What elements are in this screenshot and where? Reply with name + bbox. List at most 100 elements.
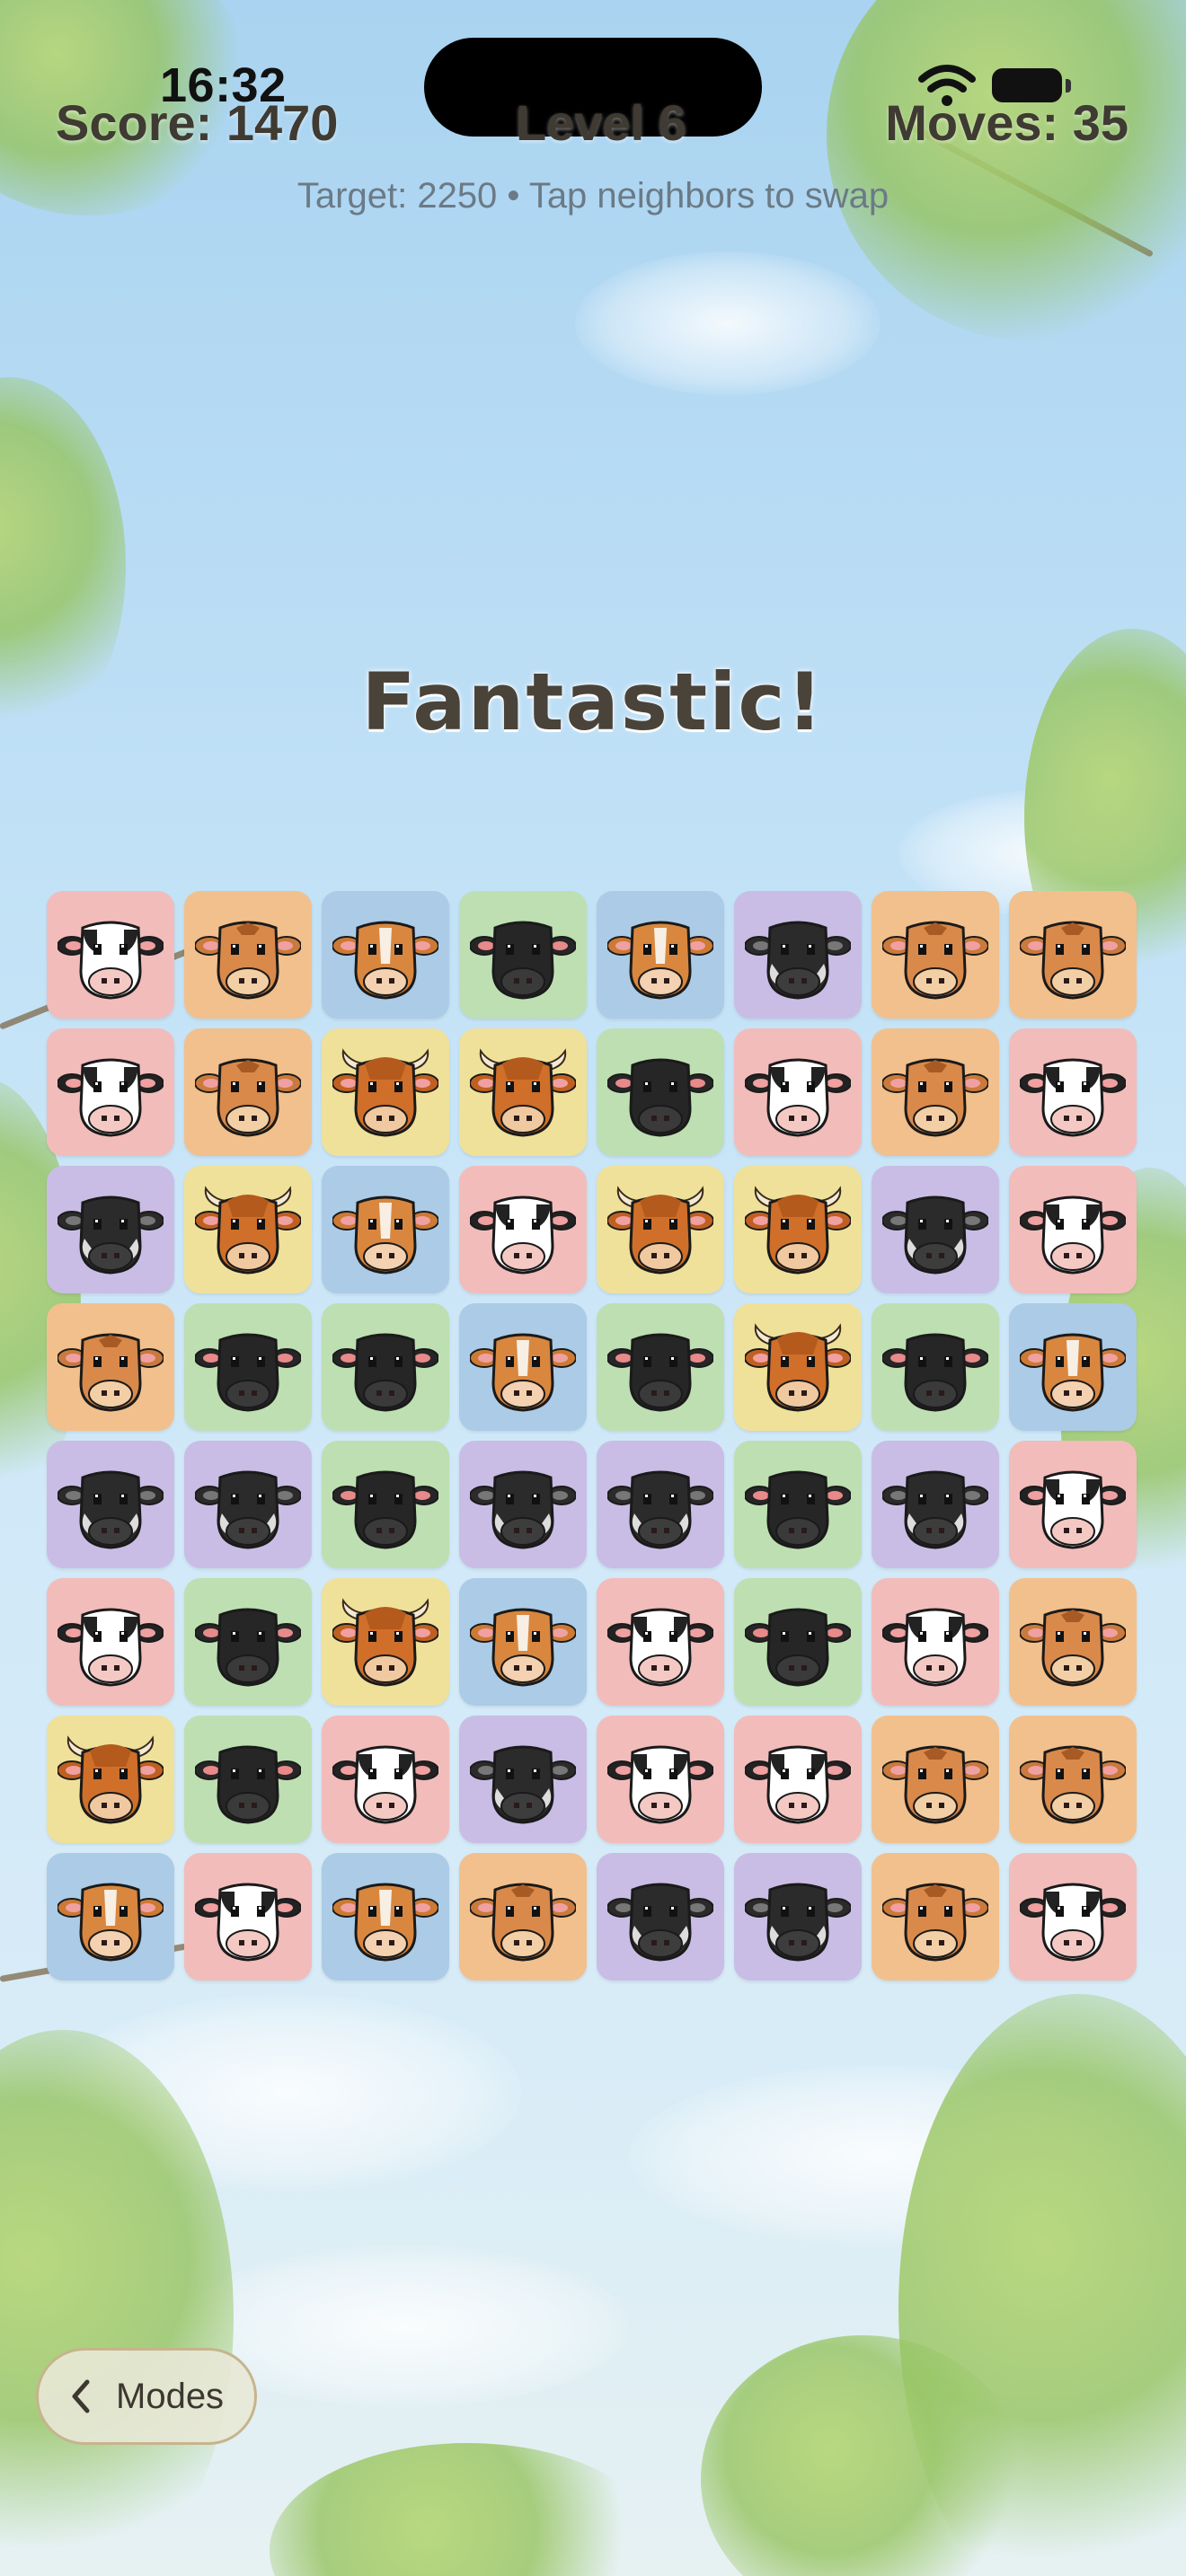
target-subtitle: Target: 2250 • Tap neighbors to swap	[296, 176, 890, 216]
board-tile-4-5[interactable]	[734, 1441, 862, 1568]
board-tile-4-7[interactable]	[1009, 1441, 1137, 1568]
wagyu-cow-icon	[882, 1195, 988, 1275]
board-tile-2-4[interactable]	[597, 1166, 724, 1293]
chevron-left-icon	[72, 2379, 90, 2413]
board-tile-7-0[interactable]	[47, 1853, 174, 1981]
board-tile-3-6[interactable]	[872, 1303, 999, 1431]
board-tile-5-3[interactable]	[459, 1578, 587, 1706]
board-tile-3-2[interactable]	[322, 1303, 449, 1431]
highland-cow-icon	[607, 1186, 713, 1275]
highland-cow-icon	[332, 1598, 438, 1687]
board-tile-1-0[interactable]	[47, 1028, 174, 1156]
board-tile-7-7[interactable]	[1009, 1853, 1137, 1981]
combo-message: Fantastic!	[361, 656, 825, 748]
board-tile-2-0[interactable]	[47, 1166, 174, 1293]
board-tile-5-0[interactable]	[47, 1578, 174, 1706]
holstein-cow-icon	[1020, 1195, 1126, 1275]
board-tile-1-2[interactable]	[322, 1028, 449, 1156]
holstein-cow-icon	[1020, 1470, 1126, 1549]
angus-cow-icon	[745, 1470, 851, 1549]
board-tile-4-1[interactable]	[184, 1441, 312, 1568]
wagyu-cow-icon	[607, 1470, 713, 1549]
board-tile-0-1[interactable]	[184, 891, 312, 1019]
score-label: Score: 1470	[56, 94, 339, 151]
board-tile-3-7[interactable]	[1009, 1303, 1137, 1431]
board-tile-6-3[interactable]	[459, 1716, 587, 1843]
jersey-cow-icon	[470, 1883, 576, 1962]
angus-cow-icon	[470, 921, 576, 1000]
board-tile-0-0[interactable]	[47, 891, 174, 1019]
board-tile-1-1[interactable]	[184, 1028, 312, 1156]
jersey-cow-icon	[58, 1333, 164, 1412]
board-tile-6-5[interactable]	[734, 1716, 862, 1843]
board-tile-1-6[interactable]	[872, 1028, 999, 1156]
board-tile-0-7[interactable]	[1009, 891, 1137, 1019]
board-tile-3-0[interactable]	[47, 1303, 174, 1431]
jersey-cow-icon	[882, 1058, 988, 1137]
board-tile-6-6[interactable]	[872, 1716, 999, 1843]
board-tile-5-7[interactable]	[1009, 1578, 1137, 1706]
board-tile-0-2[interactable]	[322, 891, 449, 1019]
board-tile-6-4[interactable]	[597, 1716, 724, 1843]
holstein-cow-icon	[882, 1608, 988, 1687]
board-tile-2-1[interactable]	[184, 1166, 312, 1293]
board-tile-2-6[interactable]	[872, 1166, 999, 1293]
board-tile-5-5[interactable]	[734, 1578, 862, 1706]
board-tile-0-4[interactable]	[597, 891, 724, 1019]
highland-cow-icon	[58, 1735, 164, 1824]
level-label: Level 6	[516, 94, 686, 151]
modes-label: Modes	[116, 2376, 225, 2416]
board-tile-7-3[interactable]	[459, 1853, 587, 1981]
board-tile-4-4[interactable]	[597, 1441, 724, 1568]
board-tile-1-4[interactable]	[597, 1028, 724, 1156]
holstein-cow-icon	[745, 1745, 851, 1824]
board-tile-7-6[interactable]	[872, 1853, 999, 1981]
modes-back-button[interactable]: Modes	[36, 2348, 257, 2445]
board-tile-1-7[interactable]	[1009, 1028, 1137, 1156]
board-tile-6-7[interactable]	[1009, 1716, 1137, 1843]
highland-cow-icon	[745, 1323, 851, 1412]
wagyu-cow-icon	[882, 1470, 988, 1549]
angus-cow-icon	[607, 1058, 713, 1137]
board-tile-5-2[interactable]	[322, 1578, 449, 1706]
holstein-cow-icon	[58, 921, 164, 1000]
board-tile-1-3[interactable]	[459, 1028, 587, 1156]
moves-label: Moves: 35	[885, 94, 1128, 151]
guernsey-cow-icon	[332, 921, 438, 1000]
board-tile-4-3[interactable]	[459, 1441, 587, 1568]
board-tile-6-1[interactable]	[184, 1716, 312, 1843]
board-tile-3-4[interactable]	[597, 1303, 724, 1431]
board-tile-2-2[interactable]	[322, 1166, 449, 1293]
board-tile-5-1[interactable]	[184, 1578, 312, 1706]
board-tile-4-2[interactable]	[322, 1441, 449, 1568]
board-tile-7-1[interactable]	[184, 1853, 312, 1981]
board-tile-2-5[interactable]	[734, 1166, 862, 1293]
board-tile-4-6[interactable]	[872, 1441, 999, 1568]
board-tile-3-3[interactable]	[459, 1303, 587, 1431]
board-tile-6-2[interactable]	[322, 1716, 449, 1843]
board-tile-0-5[interactable]	[734, 891, 862, 1019]
board-tile-3-1[interactable]	[184, 1303, 312, 1431]
holstein-cow-icon	[607, 1745, 713, 1824]
board-tile-2-3[interactable]	[459, 1166, 587, 1293]
jersey-cow-icon	[1020, 921, 1126, 1000]
board-tile-4-0[interactable]	[47, 1441, 174, 1568]
board-tile-5-6[interactable]	[872, 1578, 999, 1706]
board-tile-7-2[interactable]	[322, 1853, 449, 1981]
board-tile-5-4[interactable]	[597, 1578, 724, 1706]
board-tile-1-5[interactable]	[734, 1028, 862, 1156]
board-tile-2-7[interactable]	[1009, 1166, 1137, 1293]
board-tile-6-0[interactable]	[47, 1716, 174, 1843]
jersey-cow-icon	[195, 1058, 301, 1137]
holstein-cow-icon	[58, 1608, 164, 1687]
board-tile-0-6[interactable]	[872, 891, 999, 1019]
holstein-cow-icon	[745, 1058, 851, 1137]
board-tile-7-4[interactable]	[597, 1853, 724, 1981]
holstein-cow-icon	[195, 1883, 301, 1962]
highland-cow-icon	[195, 1186, 301, 1275]
board-tile-3-5[interactable]	[734, 1303, 862, 1431]
board-tile-0-3[interactable]	[459, 891, 587, 1019]
wagyu-cow-icon	[745, 921, 851, 1000]
wagyu-cow-icon	[195, 1470, 301, 1549]
board-tile-7-5[interactable]	[734, 1853, 862, 1981]
